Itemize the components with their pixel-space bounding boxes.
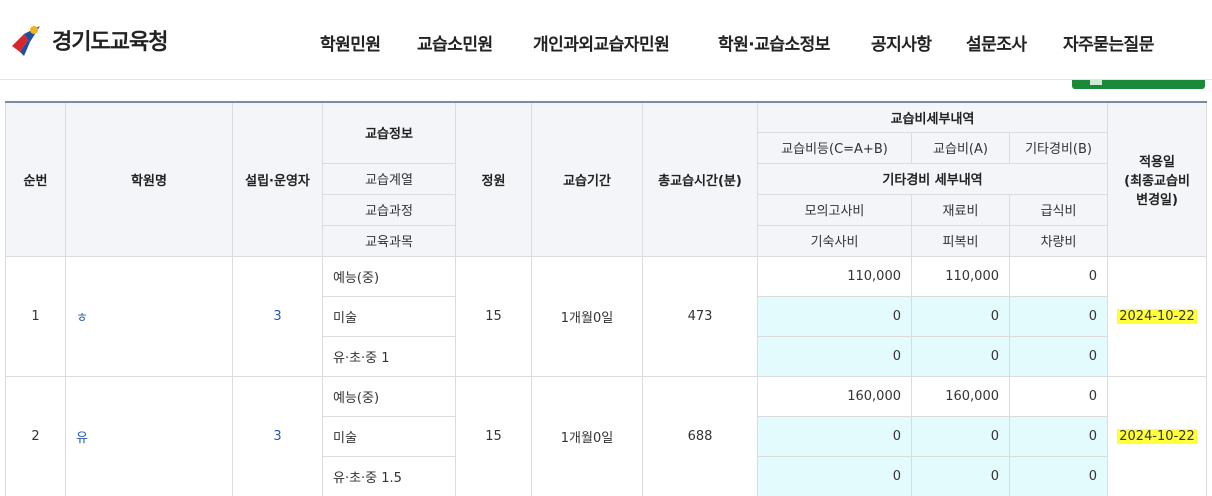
col-header-lesson-info: 교습정보 xyxy=(322,101,456,164)
cell-founder-link[interactable]: 3 xyxy=(232,255,323,377)
cell-mock-exam: 0 xyxy=(757,415,912,457)
table-row: 2 유 3 예능(중) 15 1개월0일 688 160,000 160,000… xyxy=(5,375,1208,496)
cell-subject: 유·초·중 1.5 xyxy=(322,455,456,496)
cell-material: 0 xyxy=(911,295,1010,337)
cell-dorm: 0 xyxy=(757,335,912,377)
cell-vehicle: 0 xyxy=(1008,455,1109,496)
col-header-total-minutes: 총교습시간(분) xyxy=(642,101,758,257)
cell-material: 0 xyxy=(911,415,1010,457)
col-header-lesson-series: 교습계열 xyxy=(322,162,456,195)
cell-course: 미술 xyxy=(322,295,456,337)
cell-clothes: 0 xyxy=(911,335,1010,377)
col-header-founder: 설립·운영자 xyxy=(232,101,323,257)
cell-subject: 유·초·중 1 xyxy=(322,335,456,377)
table-row: 1 ㅎ 3 예능(중) 15 1개월0일 473 110,000 110,000… xyxy=(5,255,1208,377)
nav-item-survey[interactable]: 설문조사 xyxy=(966,30,1027,55)
col-header-period: 교습기간 xyxy=(531,101,643,257)
cell-fee-b: 0 xyxy=(1008,375,1109,417)
cell-vehicle: 0 xyxy=(1008,335,1109,377)
cell-series: 예능(중) xyxy=(322,255,456,297)
highlighted-date: 2024-10-22 xyxy=(1117,428,1197,444)
excel-icon xyxy=(1090,80,1102,85)
nav-item-private-tutor[interactable]: 개인과외교습자민원 xyxy=(533,30,670,55)
highlighted-date: 2024-10-22 xyxy=(1117,308,1197,324)
cell-apply-date: 2024-10-22 xyxy=(1107,255,1208,377)
cell-academy-link[interactable]: ㅎ xyxy=(65,255,233,377)
col-header-meal: 급식비 xyxy=(1008,193,1109,226)
site-logo[interactable]: 경기도교육청 xyxy=(10,22,168,58)
col-header-fee-detail: 교습비세부내역 xyxy=(756,101,1109,133)
cell-apply-date: 2024-10-22 xyxy=(1107,375,1208,496)
apply-date-line1: 적용일 xyxy=(1139,154,1175,170)
cell-series: 예능(중) xyxy=(322,375,456,417)
apply-date-line2: (최종교습비 xyxy=(1124,173,1190,189)
col-header-clothes: 피복비 xyxy=(911,224,1010,257)
download-button[interactable] xyxy=(1072,80,1205,89)
cell-founder-link[interactable]: 3 xyxy=(232,375,323,496)
gyeonggi-emblem-icon xyxy=(12,26,40,56)
col-header-academy: 학원명 xyxy=(65,101,233,257)
col-header-other-detail: 기타경비 세부내역 xyxy=(756,162,1109,195)
col-header-lesson-course: 교습과정 xyxy=(322,193,456,226)
fee-table: 순번 학원명 설립·운영자 교습정보 정원 교습기간 총교습시간(분) 교습비세… xyxy=(5,101,1208,496)
col-header-no: 순번 xyxy=(5,101,66,257)
cell-capacity: 15 xyxy=(455,255,532,377)
nav-item-faq[interactable]: 자주묻는질문 xyxy=(1063,30,1154,55)
cell-meal: 0 xyxy=(1008,295,1109,337)
cell-fee-b: 0 xyxy=(1008,255,1109,297)
logo-text: 경기도교육청 xyxy=(52,30,168,55)
col-header-fee-total: 교습비등(C=A+B) xyxy=(757,131,912,164)
site-header: 경기도교육청 학원민원 교습소민원 개인과외교습자민원 학원·교습소정보 공지사… xyxy=(0,0,1212,80)
nav-item-academy[interactable]: 학원민원 xyxy=(320,30,381,55)
cell-no: 1 xyxy=(5,255,66,377)
col-header-apply-date: 적용일 (최종교습비 변경일) xyxy=(1107,101,1208,257)
cell-period: 1개월0일 xyxy=(531,255,643,377)
col-header-capacity: 정원 xyxy=(455,101,532,257)
nav-item-academy-info[interactable]: 학원·교습소정보 xyxy=(718,30,830,55)
cell-dorm: 0 xyxy=(757,455,912,496)
nav-item-tutoring-center[interactable]: 교습소민원 xyxy=(417,30,493,55)
col-header-fee-b: 기타경비(B) xyxy=(1008,131,1109,164)
col-header-vehicle: 차량비 xyxy=(1008,224,1109,257)
cell-fee-total: 160,000 xyxy=(757,375,912,417)
cell-mock-exam: 0 xyxy=(757,295,912,337)
apply-date-line3: 변경일) xyxy=(1136,192,1178,208)
cell-no: 2 xyxy=(5,375,66,496)
col-header-dorm: 기숙사비 xyxy=(757,224,912,257)
cell-fee-total: 110,000 xyxy=(757,255,912,297)
cell-fee-a: 110,000 xyxy=(911,255,1010,297)
cell-total-minutes: 688 xyxy=(642,375,758,496)
col-header-subject: 교육과목 xyxy=(322,224,456,257)
cell-total-minutes: 473 xyxy=(642,255,758,377)
nav-item-notice[interactable]: 공지사항 xyxy=(871,30,932,55)
cell-clothes: 0 xyxy=(911,455,1010,496)
col-header-mock-exam: 모의고사비 xyxy=(757,193,912,226)
cell-course: 미술 xyxy=(322,415,456,457)
cell-fee-a: 160,000 xyxy=(911,375,1010,417)
cell-period: 1개월0일 xyxy=(531,375,643,496)
col-header-material: 재료비 xyxy=(911,193,1010,226)
cell-meal: 0 xyxy=(1008,415,1109,457)
cell-academy-link[interactable]: 유 xyxy=(65,375,233,496)
cell-capacity: 15 xyxy=(455,375,532,496)
col-header-fee-a: 교습비(A) xyxy=(911,131,1010,164)
